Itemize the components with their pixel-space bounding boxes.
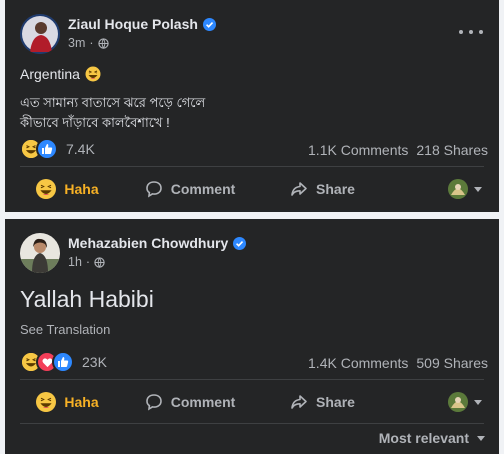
comment-label: Comment bbox=[170, 181, 236, 197]
reaction-count[interactable]: 7.4K bbox=[66, 141, 95, 157]
verified-badge-icon bbox=[233, 236, 247, 250]
like-icon bbox=[36, 138, 58, 160]
chevron-down-icon bbox=[474, 399, 482, 405]
globe-icon bbox=[94, 256, 105, 268]
like-icon bbox=[52, 351, 74, 373]
post-card: Mehazabien Chowdhury 1h · Yallah Habibi … bbox=[5, 219, 499, 454]
comment-button[interactable]: Comment bbox=[115, 393, 265, 411]
author-avatar[interactable] bbox=[20, 233, 60, 273]
see-translation-link[interactable]: See Translation bbox=[20, 322, 110, 337]
haha-reaction-button[interactable]: Haha bbox=[20, 179, 115, 199]
haha-emoji-icon bbox=[36, 392, 57, 412]
divider bbox=[20, 379, 484, 380]
shares-count[interactable]: 218 Shares bbox=[416, 142, 488, 158]
shares-count[interactable]: 509 Shares bbox=[416, 355, 488, 371]
sort-label: Most relevant bbox=[378, 430, 469, 446]
post-text: Argentina bbox=[20, 66, 101, 82]
post-text-title: Yallah Habibi bbox=[20, 286, 154, 312]
post-text-line: এত সামান্য বাতাসে ঝরে পড়ে গেলে bbox=[20, 95, 206, 110]
share-icon bbox=[291, 395, 307, 409]
verified-badge-icon bbox=[202, 17, 216, 31]
comments-count[interactable]: 1.1K Comments bbox=[308, 142, 408, 158]
post-time[interactable]: 1h bbox=[68, 255, 82, 269]
profile-avatar bbox=[448, 179, 468, 199]
post-stats: 1.4K Comments 509 Shares bbox=[308, 355, 488, 371]
meta-separator: · bbox=[85, 255, 91, 269]
share-icon bbox=[291, 182, 307, 196]
reactions-summary[interactable]: 23K bbox=[20, 351, 107, 373]
author-name[interactable]: Ziaul Hoque Polash bbox=[68, 16, 198, 32]
share-button[interactable]: Share bbox=[265, 393, 380, 411]
author-name[interactable]: Mehazabien Chowdhury bbox=[68, 235, 228, 251]
more-options-icon[interactable] bbox=[459, 22, 483, 42]
reactions-summary[interactable]: 7.4K bbox=[20, 138, 95, 160]
comment-button[interactable]: Comment bbox=[115, 180, 265, 198]
post-actions: Haha Comment Share bbox=[20, 172, 484, 206]
post-stats: 1.1K Comments 218 Shares bbox=[308, 142, 488, 158]
post-card: Ziaul Hoque Polash 3m · Argentina এত সাম… bbox=[5, 0, 499, 212]
haha-label: Haha bbox=[64, 394, 99, 410]
profile-avatar bbox=[448, 392, 468, 412]
post-actions: Haha Comment Share bbox=[20, 385, 484, 419]
divider bbox=[20, 423, 484, 424]
share-label: Share bbox=[316, 394, 355, 410]
comment-icon bbox=[145, 394, 162, 411]
post-text-line: কীভাবে দাঁড়াবে কালবৈশাখে ! bbox=[20, 115, 170, 130]
author-avatar[interactable] bbox=[20, 14, 60, 54]
globe-icon bbox=[97, 37, 109, 49]
share-label: Share bbox=[316, 181, 355, 197]
haha-emoji-icon bbox=[36, 179, 57, 199]
comment-label: Comment bbox=[170, 394, 236, 410]
profile-selector[interactable] bbox=[448, 179, 482, 199]
haha-emoji-icon bbox=[85, 66, 101, 82]
haha-reaction-button[interactable]: Haha bbox=[20, 392, 115, 412]
post-body: এত সামান্য বাতাসে ঝরে পড়ে গেলে কীভাবে দ… bbox=[20, 93, 205, 133]
profile-selector[interactable] bbox=[448, 392, 482, 412]
comment-icon bbox=[145, 181, 162, 198]
divider bbox=[20, 166, 484, 167]
meta-separator: · bbox=[89, 36, 94, 50]
post-time[interactable]: 3m bbox=[68, 36, 85, 50]
comment-sort-dropdown[interactable]: Most relevant bbox=[379, 430, 485, 446]
chevron-down-icon bbox=[474, 186, 482, 192]
post-text-title: Argentina bbox=[20, 66, 80, 82]
share-button[interactable]: Share bbox=[265, 180, 380, 198]
comments-count[interactable]: 1.4K Comments bbox=[308, 355, 408, 371]
reaction-count[interactable]: 23K bbox=[82, 354, 107, 370]
haha-label: Haha bbox=[64, 181, 99, 197]
chevron-down-icon bbox=[477, 435, 485, 441]
